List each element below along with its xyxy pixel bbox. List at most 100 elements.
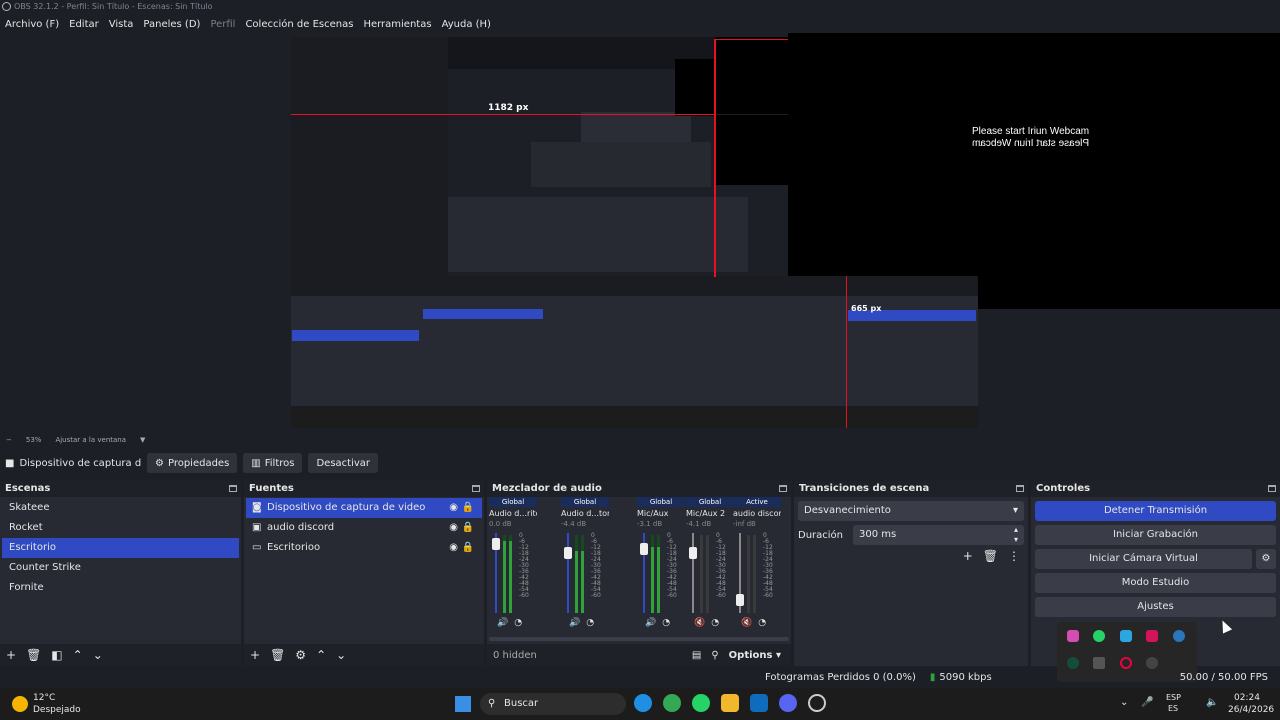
chevron-up-icon[interactable]: ⌄ [1120, 697, 1128, 708]
muted-speaker-icon[interactable]: 🔇 [741, 618, 752, 628]
fader-knob[interactable] [492, 538, 500, 550]
undock-icon[interactable] [779, 485, 787, 492]
virtual-camera-settings-icon[interactable]: ⚙ [1256, 549, 1276, 569]
muted-speaker-icon[interactable]: 🔇 [694, 618, 705, 628]
lock-icon[interactable]: 🔒 [462, 498, 474, 518]
link-icon[interactable]: ⚲ [711, 650, 718, 661]
mixer-scrollbar[interactable] [489, 637, 789, 641]
headphones-icon[interactable]: ◔ [514, 618, 522, 628]
transition-select[interactable]: Desvanecimiento ▾ [798, 501, 1024, 521]
weather-moon-icon[interactable] [12, 696, 28, 712]
source-item[interactable]: ▣ audio discord ◉ 🔒 [246, 518, 482, 538]
source-item-selected[interactable]: ◙ Dispositivo de captura de video ◉ 🔒 [246, 498, 482, 518]
undock-icon[interactable] [1016, 485, 1024, 492]
add-icon[interactable]: + [6, 648, 16, 662]
volume-fader[interactable] [564, 533, 572, 613]
microphone-icon[interactable]: 🎤 [1141, 697, 1153, 708]
scene-item[interactable]: Rocket [2, 518, 239, 538]
zoom-minus-button[interactable]: − [6, 436, 12, 444]
weather-temp[interactable]: 12°C [33, 693, 55, 703]
channel-name[interactable]: Audio d...ritorio [489, 509, 537, 518]
trash-icon[interactable]: 🗑 [270, 648, 285, 662]
whatsapp-icon[interactable] [1093, 630, 1105, 642]
source-item[interactable]: ▭ Escritorioo ◉ 🔒 [246, 538, 482, 558]
undock-icon[interactable] [472, 485, 480, 492]
options-button[interactable]: Options ▾ [729, 650, 781, 661]
layout-icon[interactable]: ▤ [692, 650, 701, 661]
filters-button[interactable]: ▥ Filtros [243, 453, 303, 473]
headphones-icon[interactable]: ◔ [758, 618, 766, 628]
channel-name[interactable]: Mic/Aux 2 [686, 509, 734, 518]
speaker-icon[interactable]: 🔊 [645, 618, 656, 628]
discord-icon[interactable] [779, 694, 797, 712]
more-options-icon[interactable]: ⋮ [1008, 549, 1020, 563]
steam-icon[interactable] [1173, 630, 1185, 642]
menu-tools[interactable]: Herramientas [363, 19, 431, 30]
zoom-dropdown-icon[interactable]: ▼ [140, 436, 145, 444]
stop-stream-button[interactable]: Detener Transmisión [1035, 501, 1276, 521]
fader-knob[interactable] [640, 543, 648, 555]
volume-fader[interactable] [640, 533, 648, 613]
trash-icon[interactable]: 🗑 [983, 549, 998, 563]
channel-name[interactable]: audio discord [733, 509, 781, 518]
speaker-icon[interactable]: 🔊 [497, 618, 508, 628]
channel-name[interactable]: Audio d...torio 2 [561, 509, 609, 518]
properties-button[interactable]: ⚙ Propiedades [147, 453, 238, 473]
fader-knob[interactable] [564, 547, 572, 559]
move-down-icon[interactable]: ⌄ [93, 648, 103, 662]
visibility-eye-icon[interactable]: ◉ [449, 518, 458, 538]
undock-icon[interactable] [229, 485, 237, 492]
visibility-eye-icon[interactable]: ◉ [449, 538, 458, 558]
channel-name[interactable]: Mic/Aux [637, 509, 685, 518]
obs-icon[interactable] [808, 694, 826, 712]
menu-edit[interactable]: Editar [69, 19, 99, 30]
language-code[interactable]: ESP [1166, 693, 1181, 702]
trash-icon[interactable]: 🗑 [26, 648, 41, 662]
gear-icon[interactable]: ⚙ [295, 648, 306, 662]
move-up-icon[interactable]: ⌃ [316, 648, 326, 662]
move-down-icon[interactable]: ⌄ [336, 648, 346, 662]
weather-desc[interactable]: Despejado [33, 705, 81, 715]
volume-fader[interactable] [689, 533, 697, 613]
undock-icon[interactable] [1268, 485, 1276, 492]
menu-help[interactable]: Ayuda (H) [442, 19, 491, 30]
visibility-eye-icon[interactable]: ◉ [449, 498, 458, 518]
fader-knob[interactable] [736, 594, 744, 606]
menu-scene-collection[interactable]: Colección de Escenas [245, 19, 353, 30]
add-icon[interactable]: + [963, 549, 973, 563]
menu-file[interactable]: Archivo (F) [5, 19, 59, 30]
add-icon[interactable]: + [250, 648, 260, 662]
fader-knob[interactable] [689, 547, 697, 559]
settings-button[interactable]: Ajustes [1035, 597, 1276, 617]
chrome-icon[interactable] [663, 694, 681, 712]
zoom-fit-label[interactable]: Ajustar a la ventana [55, 436, 126, 444]
app-tray-icon[interactable] [1146, 630, 1158, 642]
studio-mode-button[interactable]: Modo Estudio [1035, 573, 1276, 593]
scene-item[interactable]: Skateee [2, 498, 239, 518]
deactivate-button[interactable]: Desactivar [308, 453, 379, 473]
volume-fader[interactable] [736, 533, 744, 613]
duration-input[interactable]: 300 ms ▴ ▾ [853, 525, 1024, 545]
headphones-icon[interactable]: ◔ [586, 618, 594, 628]
move-up-icon[interactable]: ⌃ [73, 648, 83, 662]
scene-item-selected[interactable]: Escritorio [2, 538, 239, 558]
scene-item[interactable]: Counter Strike [2, 558, 239, 578]
menu-docks[interactable]: Paneles (D) [143, 19, 200, 30]
mail-icon[interactable] [750, 694, 768, 712]
volume-fader[interactable] [492, 533, 500, 613]
clock-time[interactable]: 02:24 [1234, 693, 1260, 703]
headphones-icon[interactable]: ◔ [711, 618, 719, 628]
volume-icon[interactable]: 🔈 [1206, 697, 1218, 708]
clock-date[interactable]: 26/4/2026 [1228, 705, 1274, 715]
windows-start-icon[interactable] [455, 696, 471, 712]
edge-icon[interactable] [634, 694, 652, 712]
search-box[interactable]: ⚲ Buscar [480, 693, 626, 715]
headphones-icon[interactable]: ◔ [662, 618, 670, 628]
start-virtual-camera-button[interactable]: Iniciar Cámara Virtual [1035, 549, 1252, 569]
speaker-icon[interactable]: 🔊 [569, 618, 580, 628]
app-tray-icon[interactable] [1120, 630, 1132, 642]
scene-item[interactable]: Fornite [2, 578, 239, 598]
lock-icon[interactable]: 🔒 [462, 538, 474, 558]
stepper-icon[interactable]: ▴ ▾ [1014, 525, 1018, 545]
menu-view[interactable]: Vista [109, 19, 134, 30]
